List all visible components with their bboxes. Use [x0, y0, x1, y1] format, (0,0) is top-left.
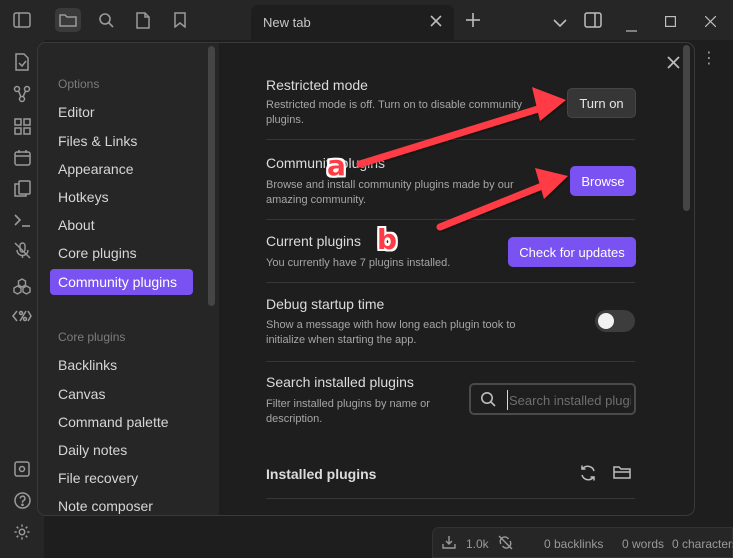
search-icon: [480, 391, 496, 412]
browse-button[interactable]: Browse: [570, 166, 636, 196]
search-installed-plugins-field[interactable]: [469, 383, 636, 415]
nav-heading-options: Options: [58, 77, 100, 91]
no-sync-icon[interactable]: [498, 535, 513, 553]
audio-icon[interactable]: [12, 240, 32, 260]
divider: [266, 219, 635, 220]
nav-item-core-plugins[interactable]: Core plugins: [50, 240, 193, 266]
nav-scrollbar[interactable]: [208, 46, 215, 306]
command-palette-icon[interactable]: [12, 210, 32, 230]
settings-icon[interactable]: [12, 522, 32, 542]
nav-item-canvas[interactable]: Canvas: [50, 381, 193, 407]
setting-community-plugins-name: Community plugins: [266, 155, 386, 171]
nav-item-editor[interactable]: Editor: [50, 99, 193, 125]
annotation-label-a: a: [327, 149, 346, 182]
nav-item-appearance[interactable]: Appearance: [50, 156, 193, 182]
more-options-icon[interactable]: ⋮: [701, 48, 717, 68]
close-icon[interactable]: [430, 14, 442, 32]
status-characters: 0 characters: [672, 537, 733, 551]
window-close-icon[interactable]: [704, 14, 717, 32]
editor-pane-edge: ⋮: [695, 40, 733, 558]
nav-item-backlinks[interactable]: Backlinks: [50, 352, 193, 378]
setting-restricted-mode-desc: Restricted mode is off. Turn on to disab…: [266, 99, 522, 126]
publish-icon[interactable]: [12, 276, 32, 296]
open-quick-switcher-icon[interactable]: [12, 52, 32, 72]
split-view-icon[interactable]: [584, 12, 602, 33]
open-plugins-folder-icon[interactable]: [613, 464, 631, 485]
setting-search-installed-name: Search installed plugins: [266, 374, 414, 390]
file-icon[interactable]: [130, 8, 156, 32]
check-for-updates-button[interactable]: Check for updates: [508, 237, 636, 267]
folder-icon[interactable]: [55, 8, 81, 32]
reload-icon[interactable]: [579, 464, 597, 487]
minimize-icon[interactable]: [626, 19, 637, 37]
settings-modal: Options Editor Files & Links Appearance …: [37, 42, 695, 516]
nav-item-note-composer[interactable]: Note composer: [50, 493, 193, 515]
plus-icon[interactable]: [466, 13, 480, 32]
search-installed-plugins-input[interactable]: [507, 390, 631, 410]
divider: [266, 139, 635, 140]
nav-item-daily-notes[interactable]: Daily notes: [50, 437, 193, 463]
help-icon[interactable]: [12, 490, 32, 510]
installed-plugins-heading: Installed plugins: [266, 466, 377, 482]
title-bar: New tab: [0, 0, 733, 40]
tab-label: New tab: [263, 15, 311, 30]
divider: [266, 498, 635, 499]
nav-item-command-palette[interactable]: Command palette: [50, 409, 193, 435]
nav-heading-core-plugins: Core plugins: [58, 330, 126, 344]
daily-notes-icon[interactable]: [12, 147, 32, 167]
templates-icon[interactable]: [12, 178, 32, 198]
maximize-icon[interactable]: [665, 14, 677, 32]
divider: [266, 361, 635, 362]
bookmark-icon[interactable]: [167, 8, 193, 32]
annotation-label-b: b: [377, 223, 398, 256]
turn-on-button[interactable]: Turn on: [567, 88, 636, 118]
nav-item-file-recovery[interactable]: File recovery: [50, 465, 193, 491]
status-backlinks: 0 backlinks: [544, 537, 604, 551]
status-words: 0 words: [622, 537, 665, 551]
chevron-down-icon[interactable]: [553, 15, 567, 33]
setting-community-plugins-desc: Browse and install community plugins mad…: [266, 179, 514, 206]
debug-startup-toggle[interactable]: [595, 310, 635, 332]
setting-debug-startup-desc: Show a message with how long each plugin…: [266, 319, 516, 346]
setting-restricted-mode-name: Restricted mode: [266, 77, 368, 93]
setting-current-plugins-name: Current plugins: [266, 233, 361, 249]
status-bar: 1.0k 0 backlinks 0 words 0 characters: [432, 527, 733, 558]
html-tag-icon[interactable]: [12, 306, 32, 326]
modal-close-icon[interactable]: [663, 52, 683, 72]
nav-item-community-plugins[interactable]: Community plugins: [50, 269, 193, 295]
settings-nav: Options Editor Files & Links Appearance …: [38, 43, 219, 515]
toggle-knob: [598, 313, 614, 329]
nav-item-about[interactable]: About: [50, 212, 193, 238]
tab-new[interactable]: New tab: [251, 5, 454, 40]
content-scrollbar[interactable]: [683, 45, 690, 211]
nav-item-hotkeys[interactable]: Hotkeys: [50, 184, 193, 210]
search-icon[interactable]: [93, 8, 119, 32]
status-count: 1.0k: [466, 537, 489, 551]
graph-view-icon[interactable]: [12, 84, 32, 104]
divider: [266, 282, 635, 283]
setting-debug-startup-name: Debug startup time: [266, 296, 385, 312]
setting-current-plugins-desc: You currently have 7 plugins installed.: [266, 257, 451, 269]
nav-item-files-links[interactable]: Files & Links: [50, 128, 193, 154]
sidebar-toggle-icon[interactable]: [9, 8, 35, 32]
setting-search-installed-desc: Filter installed plugins by name or desc…: [266, 398, 430, 425]
vault-icon[interactable]: [12, 459, 32, 479]
canvas-icon[interactable]: [12, 116, 32, 136]
sync-icon[interactable]: [442, 535, 456, 552]
